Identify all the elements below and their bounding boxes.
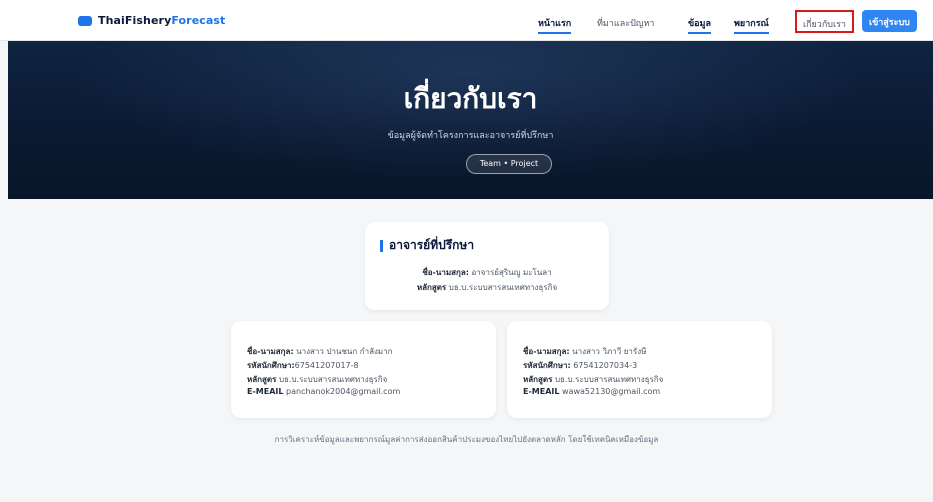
member-name-row: ชื่อ-นามสกุล: นางสาว ปานชนก กำลังมาก: [247, 345, 393, 358]
advisor-card: อาจารย์ที่ปรึกษา ชื่อ-นามสกุล: อาจารย์สุ…: [365, 222, 609, 310]
member-program-row: หลักสูตร บธ.บ.ระบบสารสนเทศทางธุรกิจ: [247, 373, 387, 386]
login-button[interactable]: เข้าสู่ระบบ: [862, 10, 917, 32]
member-id-label: รหัสนักศึกษา:: [247, 361, 295, 370]
member-id-value: 67541207017-8: [294, 361, 359, 370]
advisor-name-label: ชื่อ-นามสกุล:: [422, 268, 469, 277]
advisor-title-text: อาจารย์ที่ปรึกษา: [389, 238, 475, 252]
advisor-program-label: หลักสูตร: [416, 283, 447, 292]
member-name-value: นางสาว วิภาวี ยารังษี: [572, 347, 647, 356]
member-name-value: นางสาว ปานชนก กำลังมาก: [296, 347, 393, 356]
member-id-row: รหัสนักศึกษา: 67541207034-3: [523, 359, 637, 372]
nav-item-data[interactable]: ข้อมูล: [688, 16, 712, 34]
advisor-name-value: อาจารย์สุรินญู มะโนลา: [471, 268, 552, 277]
member-card-1: ชื่อ-นามสกุล: นางสาว ปานชนก กำลังมาก รหั…: [231, 321, 496, 418]
nav-item-forecast[interactable]: พยากรณ์: [734, 16, 769, 34]
top-navbar: ThaiFisheryForecast หน้าแรก ที่มาและปัญห…: [0, 0, 933, 41]
member-email-label: E-MEAIL: [247, 387, 284, 396]
brand-name: ThaiFisheryForecast: [98, 14, 225, 27]
page-title: เกี่ยวกับเรา: [403, 82, 538, 115]
member-id-row: รหัสนักศึกษา:67541207017-8: [247, 359, 359, 372]
brand-name-accent: Forecast: [171, 14, 226, 27]
project-description: การวิเคราะห์ข้อมูลและพยากรณ์มูลค่าการส่ง…: [274, 435, 659, 444]
member-program-label: หลักสูตร: [523, 375, 553, 384]
page-subtitle: ข้อมูลผู้จัดทำโครงการและอาจารย์ที่ปรึกษา: [387, 131, 554, 141]
member-card-2: ชื่อ-นามสกุล: นางสาว วิภาวี ยารังษี รหัส…: [507, 321, 772, 418]
advisor-heading: อาจารย์ที่ปรึกษา: [380, 236, 474, 255]
nav-item-home[interactable]: หน้าแรก: [538, 16, 572, 34]
member-email-row: E-MEAIL wawa52130@gmail.com: [523, 387, 660, 396]
member-id-value: 67541207034-3: [573, 361, 638, 370]
hero-banner: เกี่ยวกับเรา ข้อมูลผู้จัดทำโครงการและอาจ…: [8, 41, 933, 199]
brand-name-primary: ThaiFishery: [98, 14, 172, 27]
member-email-value: wawa52130@gmail.com: [562, 387, 661, 396]
member-name-label: ชื่อ-นามสกุล:: [247, 347, 294, 356]
member-program-value: บธ.บ.ระบบสารสนเทศทางธุรกิจ: [278, 375, 388, 384]
advisor-name-row: ชื่อ-นามสกุล: อาจารย์สุรินญู มะโนลา: [365, 266, 609, 279]
team-project-badge: Team • Project: [466, 154, 552, 174]
member-program-row: หลักสูตร บธ.บ.ระบบสารสนเทศทางธุรกิจ: [523, 373, 663, 386]
nav-item-background[interactable]: ที่มาและปัญหา: [597, 16, 654, 30]
member-program-value: บธ.บ.ระบบสารสนเทศทางธุรกิจ: [554, 375, 664, 384]
member-name-label: ชื่อ-นามสกุล:: [523, 347, 570, 356]
member-program-label: หลักสูตร: [247, 375, 277, 384]
member-email-value: panchanok2004@gmail.com: [286, 387, 401, 396]
member-email-label: E-MEAIL: [523, 387, 560, 396]
advisor-program-value: บธ.บ.ระบบสารสนเทศทางธุรกิจ: [448, 283, 558, 292]
heading-accent-bar: [380, 239, 383, 252]
advisor-program-row: หลักสูตร บธ.บ.ระบบสารสนเทศทางธุรกิจ: [365, 281, 609, 294]
logo-icon: [78, 15, 92, 26]
member-id-label: รหัสนักศึกษา:: [523, 361, 571, 370]
member-email-row: E-MEAIL panchanok2004@gmail.com: [247, 387, 400, 396]
member-name-row: ชื่อ-นามสกุล: นางสาว วิภาวี ยารังษี: [523, 345, 646, 358]
nav-item-about[interactable]: เกี่ยวกับเรา: [795, 10, 854, 33]
brand-logo[interactable]: ThaiFisheryForecast: [78, 14, 225, 27]
